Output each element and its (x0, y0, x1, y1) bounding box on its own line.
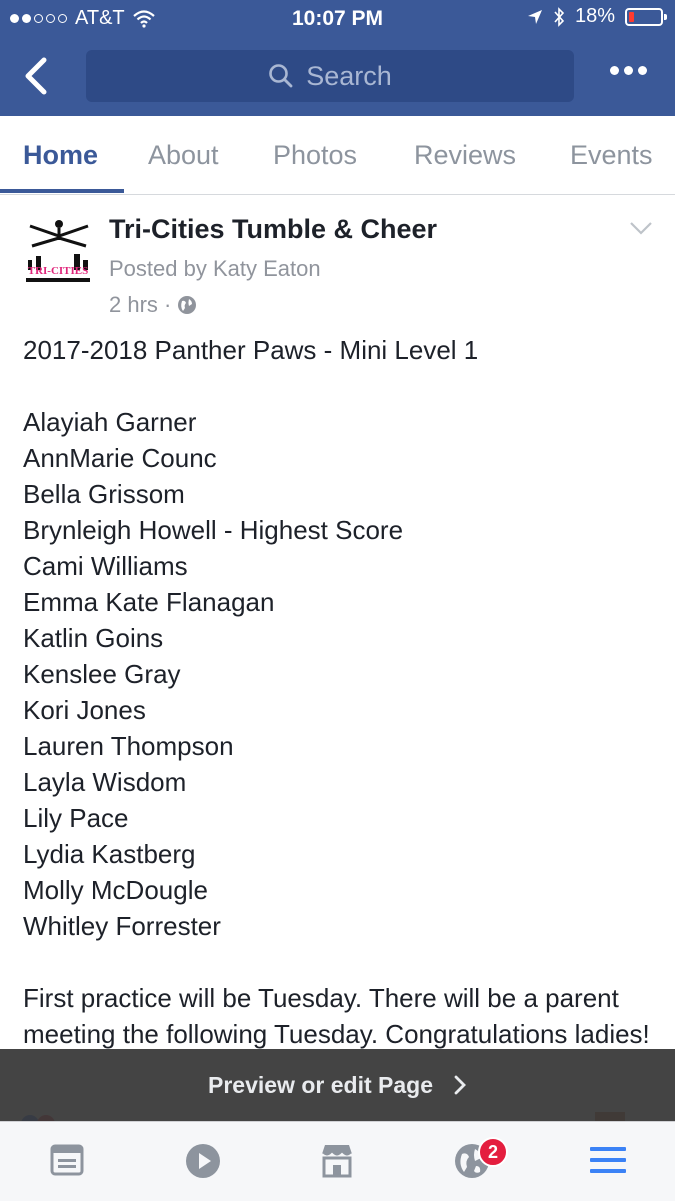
hamburger-menu-icon (590, 1147, 626, 1173)
roster-name: Lily Pace (23, 803, 129, 833)
tab-reviews[interactable]: Reviews (414, 140, 516, 171)
marketplace-icon (321, 1145, 353, 1178)
active-tab-indicator (0, 189, 124, 193)
bottom-tab-bar (0, 1121, 675, 1201)
posted-by: Posted by Katy Eaton (109, 256, 321, 281)
tab-home[interactable]: Home (23, 140, 98, 171)
tab-video[interactable] (184, 1142, 222, 1185)
tab-news-feed[interactable] (49, 1142, 85, 1183)
page-tabs: Home About Photos Reviews Events (0, 116, 675, 195)
roster-name: AnnMarie Counc (23, 443, 217, 473)
roster-name: Brynleigh Howell - Highest Score (23, 515, 404, 545)
roster-name: Cami Williams (23, 551, 188, 581)
roster-name: Alayiah Garner (23, 407, 197, 437)
preview-edit-page-button[interactable]: Preview or edit Page (0, 1049, 675, 1121)
search-placeholder: Search (306, 60, 392, 91)
globe-icon (178, 296, 197, 314)
chevron-right-icon (454, 1075, 466, 1095)
preview-edit-page-label: Preview or edit Page (208, 1071, 433, 1098)
roster-name: Lauren Thompson (23, 731, 234, 761)
post-closing-text: First practice will be Tuesday. There wi… (23, 983, 650, 1049)
cheerleader-logo-icon: TRI-CITIES (24, 220, 92, 282)
page-avatar[interactable]: TRI-CITIES (22, 216, 94, 286)
tab-events[interactable]: Events (570, 140, 653, 171)
post-header: TRI-CITIES Tri-Cities Tumble & Cheer Pos… (0, 200, 675, 320)
video-play-icon (186, 1144, 220, 1178)
search-input[interactable]: Search (86, 50, 574, 102)
roster-name: Emma Kate Flanagan (23, 587, 275, 617)
news-feed-icon (50, 1144, 84, 1176)
post-options-button[interactable] (629, 220, 653, 241)
bluetooth-icon (554, 6, 565, 27)
back-button[interactable] (20, 54, 60, 98)
tab-about[interactable]: About (148, 140, 219, 171)
logo-text: TRI-CITIES (28, 265, 89, 277)
page-name[interactable]: Tri-Cities Tumble & Cheer (109, 214, 437, 245)
tab-marketplace[interactable] (318, 1142, 356, 1183)
back-arrow-icon (25, 57, 47, 95)
battery-icon (625, 7, 667, 26)
post-title: 2017-2018 Panther Paws - Mini Level 1 (23, 335, 479, 365)
battery-percent: 18% (574, 5, 615, 27)
roster-name: Bella Grissom (23, 479, 185, 509)
roster-name: Kenslee Gray (23, 659, 181, 689)
roster-name: Lydia Kastberg (23, 839, 196, 869)
tab-menu[interactable] (589, 1142, 627, 1183)
roster-name: Molly McDougle (23, 875, 208, 905)
tab-photos[interactable]: Photos (273, 140, 357, 171)
post-timestamp[interactable]: 2 hrs · (109, 292, 197, 318)
status-bar: AT&T 10:07 PM 18% (0, 0, 675, 36)
roster-name: Layla Wisdom (23, 767, 187, 797)
post-time-label: 2 hrs · (109, 292, 172, 317)
navigation-bar: Search (0, 36, 675, 116)
notifications-badge: 2 (478, 1137, 508, 1167)
roster-name: Katlin Goins (23, 623, 164, 653)
roster-name: Kori Jones (23, 695, 146, 725)
more-options-button[interactable] (610, 66, 647, 75)
location-arrow-icon (527, 9, 542, 24)
roster-name: Whitley Forrester (23, 911, 221, 941)
roster-list: Alayiah Garner AnnMarie Counc Bella Grisso… (23, 404, 653, 944)
search-icon (269, 64, 293, 88)
chevron-down-icon (630, 222, 652, 235)
post-content: 2017-2018 Panther Paws - Mini Level 1 Al… (23, 332, 653, 1052)
